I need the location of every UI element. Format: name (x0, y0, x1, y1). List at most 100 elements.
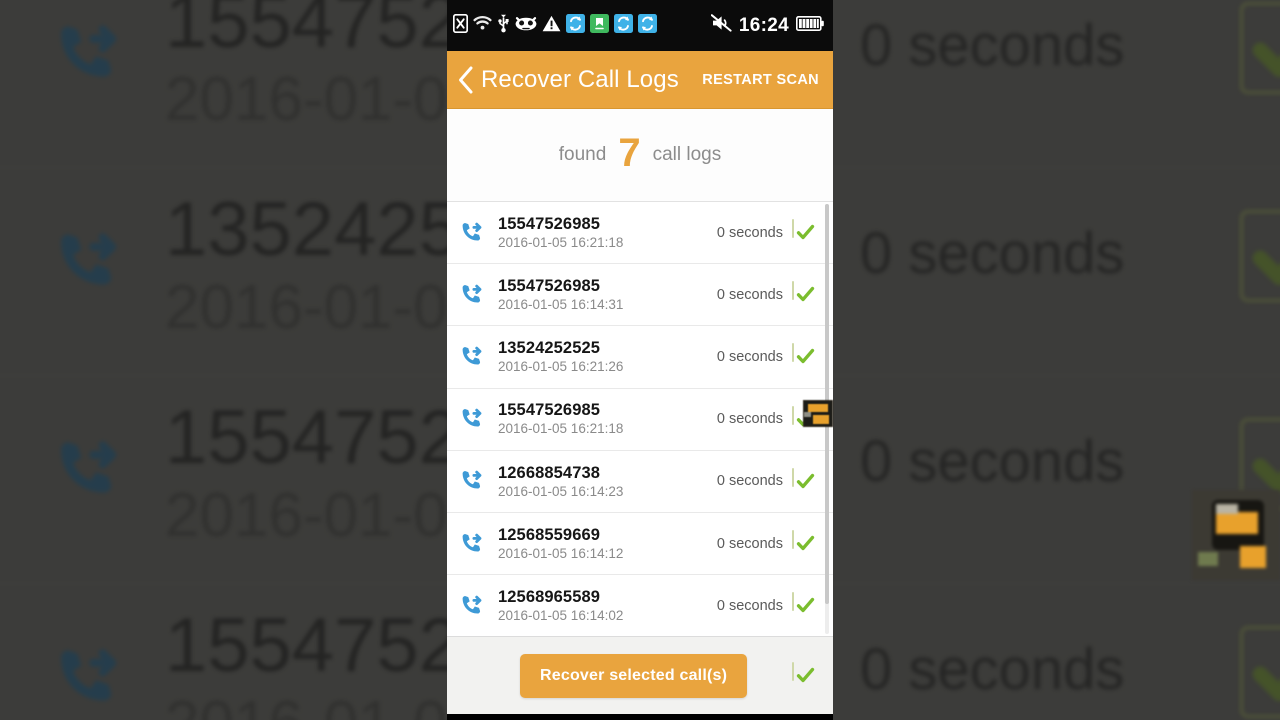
outgoing-call-icon (457, 404, 487, 434)
call-timestamp: 2016-01-05 16:14:02 (498, 607, 624, 623)
call-timestamp: 2016-01-05 16:21:26 (498, 359, 624, 375)
call-timestamp: 2016-01-05 16:21:18 (498, 421, 624, 437)
row-text-block: 15547526985 2016-01-05 16:21:18 (498, 215, 717, 250)
usb-icon (497, 14, 510, 38)
outgoing-call-icon (457, 466, 487, 496)
sync-icon-2 (590, 13, 609, 38)
call-number: 15547526985 (498, 401, 601, 420)
row-text-block: 12568965589 2016-01-05 16:14:02 (498, 588, 717, 623)
outgoing-call-icon (457, 342, 487, 372)
overlay-thumbnail-small (803, 400, 833, 427)
call-duration: 0 seconds (716, 411, 783, 428)
call-number: 12568559669 (498, 525, 601, 544)
call-duration: 0 seconds (716, 535, 783, 552)
bottom-action-bar: Recover selected call(s) (447, 636, 833, 714)
checkbox-checked-icon (792, 467, 815, 488)
back-chevron-icon[interactable] (455, 65, 477, 95)
row-text-block: 12668854738 2016-01-05 16:14:23 (498, 464, 717, 499)
call-number: 12568965589 (498, 587, 601, 606)
call-number: 15547526985 (498, 277, 601, 296)
overlay-thumbnail-large (1192, 490, 1280, 580)
call-timestamp: 2016-01-05 16:14:23 (498, 483, 624, 499)
outgoing-call-icon (457, 591, 487, 621)
background-row-checkbox (1240, 2, 1280, 94)
status-bar-clock: 16:24 (738, 15, 789, 36)
background-row-date: 2016-01-05 (165, 65, 483, 134)
call-duration: 0 seconds (716, 224, 783, 241)
checkbox-checked-icon (792, 662, 815, 683)
status-bar: 16:24 (447, 0, 833, 51)
call-number: 12668854738 (498, 463, 601, 482)
restart-scan-button[interactable]: RESTART SCAN (702, 72, 819, 88)
checkbox-checked-icon (792, 592, 815, 613)
recover-selected-button[interactable]: Recover selected call(s) (520, 653, 748, 698)
found-count-banner: found 7 call logs (447, 109, 833, 202)
row-checkbox[interactable] (792, 343, 817, 369)
outgoing-call-icon (45, 12, 131, 98)
page-title: Recover Call Logs (481, 65, 679, 93)
row-checkbox[interactable] (792, 530, 817, 556)
found-count-value: 7 (618, 131, 641, 175)
checkbox-checked-icon (792, 530, 815, 551)
table-row[interactable]: 15547526985 2016-01-05 16:21:18 0 second… (447, 388, 833, 451)
status-bar-right: 16:24 (710, 14, 824, 37)
table-row[interactable]: 12568559669 2016-01-05 16:14:12 0 second… (447, 512, 833, 576)
table-row[interactable]: 12668854738 2016-01-05 16:14:23 0 second… (447, 450, 833, 513)
battery-icon (796, 15, 824, 36)
mute-icon (710, 14, 732, 37)
outgoing-call-icon (45, 428, 131, 514)
screenshot-root: 15547526985 2016-01-05 0 seconds 1352425… (0, 0, 1280, 720)
table-row[interactable]: 13524252525 2016-01-05 16:21:26 0 second… (447, 326, 833, 389)
background-row-duration: 0 seconds (860, 637, 1125, 702)
warning-icon (542, 15, 561, 37)
sync-icon-1 (566, 13, 585, 38)
checkbox-checked-icon (792, 219, 815, 240)
background-row-date: 2016-01-05 (165, 273, 483, 342)
row-text-block: 13524252525 2016-01-05 16:21:26 (498, 339, 717, 374)
found-suffix-label: call logs (652, 144, 722, 165)
background-row-duration: 0 seconds (860, 13, 1125, 78)
row-checkbox[interactable] (792, 467, 817, 494)
table-row[interactable]: 15547526985 2016-01-05 16:14:31 0 second… (447, 264, 833, 327)
call-timestamp: 2016-01-05 16:21:18 (498, 234, 624, 250)
row-text-block: 12568559669 2016-01-05 16:14:12 (498, 526, 717, 561)
call-log-list-inner: 15547526985 2016-01-05 16:21:18 0 second… (447, 202, 833, 636)
found-prefix-label: found (558, 144, 607, 165)
call-timestamp: 2016-01-05 16:14:12 (498, 545, 624, 561)
call-duration: 0 seconds (716, 286, 783, 303)
checkbox-checked-icon (792, 343, 815, 364)
row-checkbox[interactable] (792, 281, 817, 307)
mask-icon (515, 16, 537, 36)
call-duration: 0 seconds (716, 597, 783, 614)
call-timestamp: 2016-01-05 16:14:31 (498, 297, 624, 312)
outgoing-call-icon (457, 280, 487, 310)
checkbox-checked-icon (792, 405, 815, 426)
sync-icon-3 (614, 13, 633, 38)
call-duration: 0 seconds (716, 473, 783, 490)
outgoing-call-icon (457, 218, 487, 248)
table-row[interactable]: 15547526985 2016-01-05 16:21:18 0 second… (447, 202, 833, 265)
table-row[interactable]: 12568965589 2016-01-05 16:14:02 0 second… (447, 575, 833, 636)
background-row-date: 2016-01-05 (165, 481, 483, 550)
background-row-checkbox (1240, 626, 1280, 718)
status-bar-left-icons (452, 13, 711, 38)
call-number: 15547526985 (498, 214, 601, 233)
call-log-list[interactable]: 15547526985 2016-01-05 16:21:18 0 second… (447, 202, 833, 636)
row-text-block: 15547526985 2016-01-05 16:21:18 (498, 401, 717, 436)
action-bar: Recover Call Logs RESTART SCAN (447, 51, 833, 109)
checkbox-checked-icon (792, 281, 815, 302)
select-all-checkbox[interactable] (792, 662, 817, 688)
background-row-duration: 0 seconds (860, 429, 1125, 494)
outgoing-call-icon (45, 220, 131, 306)
phone-screen: 16:24 Recover Call Logs RESTART SCAN fou… (447, 0, 833, 720)
phone-navigation-footer (447, 714, 833, 720)
row-checkbox[interactable] (792, 219, 817, 245)
row-text-block: 15547526985 2016-01-05 16:14:31 (498, 277, 717, 312)
outgoing-call-icon (45, 636, 131, 720)
call-duration: 0 seconds (716, 348, 783, 365)
row-checkbox[interactable] (792, 592, 817, 618)
sync-icon-4 (638, 13, 657, 38)
outgoing-call-icon (457, 529, 487, 559)
background-row-duration: 0 seconds (860, 221, 1125, 286)
background-row-checkbox (1240, 210, 1280, 302)
